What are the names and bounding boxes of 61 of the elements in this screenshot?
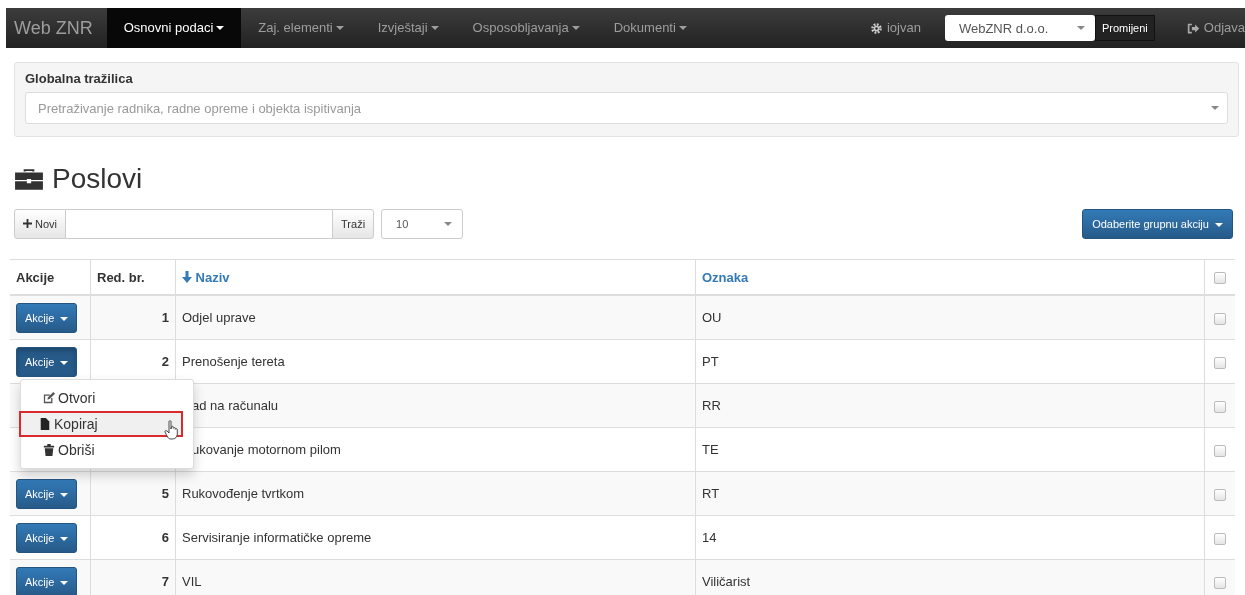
table-cell: PT bbox=[702, 354, 719, 369]
checkbox[interactable] bbox=[1214, 400, 1226, 413]
table-cell: 1 bbox=[161, 310, 169, 325]
nav-menu[interactable]: Dokumenti bbox=[596, 8, 704, 48]
table-cell: 6 bbox=[161, 530, 169, 545]
file-icon bbox=[39, 418, 51, 430]
nav-menu[interactable]: Zaj. elementi bbox=[241, 8, 361, 48]
menu-item[interactable]: Otvori bbox=[21, 385, 193, 411]
sort-down-icon bbox=[182, 270, 192, 283]
checkbox[interactable] bbox=[1214, 576, 1226, 589]
gear-icon bbox=[869, 21, 883, 35]
menu-item[interactable]: Obriši bbox=[21, 437, 193, 463]
checkbox[interactable] bbox=[1214, 272, 1226, 285]
table-cell-text: ukovanje motornom pilom bbox=[191, 442, 341, 457]
menu-item[interactable]: Kopiraj bbox=[19, 411, 183, 437]
table-cell: RR bbox=[702, 398, 721, 413]
nav-menu[interactable]: Osposobljavanja bbox=[455, 8, 597, 48]
table-cell: 14 bbox=[702, 530, 717, 545]
search-field[interactable]: Pretraživanje radnika, radne opreme i objekta ispitivanja bbox=[25, 92, 1228, 124]
checkbox[interactable] bbox=[1214, 532, 1226, 545]
checkbox[interactable] bbox=[1214, 488, 1226, 501]
group-action-button[interactable]: Odaberite grupnu akciju bbox=[1082, 209, 1233, 239]
logout-link[interactable]: Odjava bbox=[1168, 8, 1245, 48]
actions-button[interactable]: Akcije bbox=[16, 346, 78, 377]
table-cell: 2 bbox=[161, 354, 169, 369]
new-button[interactable]: Novi bbox=[14, 209, 67, 239]
table-cell: Prenošenje tereta bbox=[182, 354, 285, 369]
page-title: Poslovi bbox=[52, 163, 143, 195]
trash-icon bbox=[43, 444, 55, 456]
user-link[interactable]: iojvan bbox=[852, 8, 945, 48]
actions-button[interactable]: Akcije bbox=[16, 302, 78, 333]
panel-title: Globalna tražilica bbox=[25, 71, 134, 86]
nav-menu[interactable]: Osnovni podaci bbox=[106, 8, 242, 48]
actions-button[interactable]: Akcije bbox=[16, 566, 78, 595]
hand-cursor-icon bbox=[164, 420, 180, 440]
table-cell: Servisiranje informatičke opreme bbox=[182, 530, 372, 545]
table-cell: RT bbox=[702, 486, 720, 501]
table-cell: Rukovođenje tvrtkom bbox=[182, 486, 305, 501]
table-cell: TE bbox=[702, 442, 719, 457]
actions-button[interactable]: Akcije bbox=[16, 522, 78, 553]
company-select[interactable]: WebZNR d.o.o. bbox=[944, 15, 1095, 41]
table-cell: OU bbox=[702, 310, 722, 325]
briefcase-icon bbox=[14, 167, 44, 191]
checkbox[interactable] bbox=[1214, 356, 1226, 369]
logout-icon bbox=[1186, 21, 1200, 35]
checkbox[interactable] bbox=[1214, 312, 1226, 325]
table-cell: VIL bbox=[182, 574, 202, 589]
actions-button[interactable]: Akcije bbox=[16, 478, 78, 509]
edit-icon bbox=[43, 392, 55, 404]
search-button[interactable]: Traži bbox=[332, 209, 375, 239]
table-cell: 5 bbox=[161, 486, 169, 501]
plus-icon bbox=[23, 219, 32, 228]
brand-link[interactable]: Web ZNR bbox=[6, 8, 107, 48]
table-cell: 7 bbox=[161, 574, 169, 589]
table-cell: Odjel uprave bbox=[182, 310, 256, 325]
table-cell: Viličarist bbox=[702, 574, 751, 589]
checkbox[interactable] bbox=[1214, 444, 1226, 457]
change-button[interactable]: Promijeni bbox=[1094, 15, 1155, 41]
search-input[interactable] bbox=[66, 209, 333, 239]
nav-menu[interactable]: Izvještaji bbox=[360, 8, 456, 48]
page-size-select[interactable]: 10 bbox=[381, 209, 464, 239]
